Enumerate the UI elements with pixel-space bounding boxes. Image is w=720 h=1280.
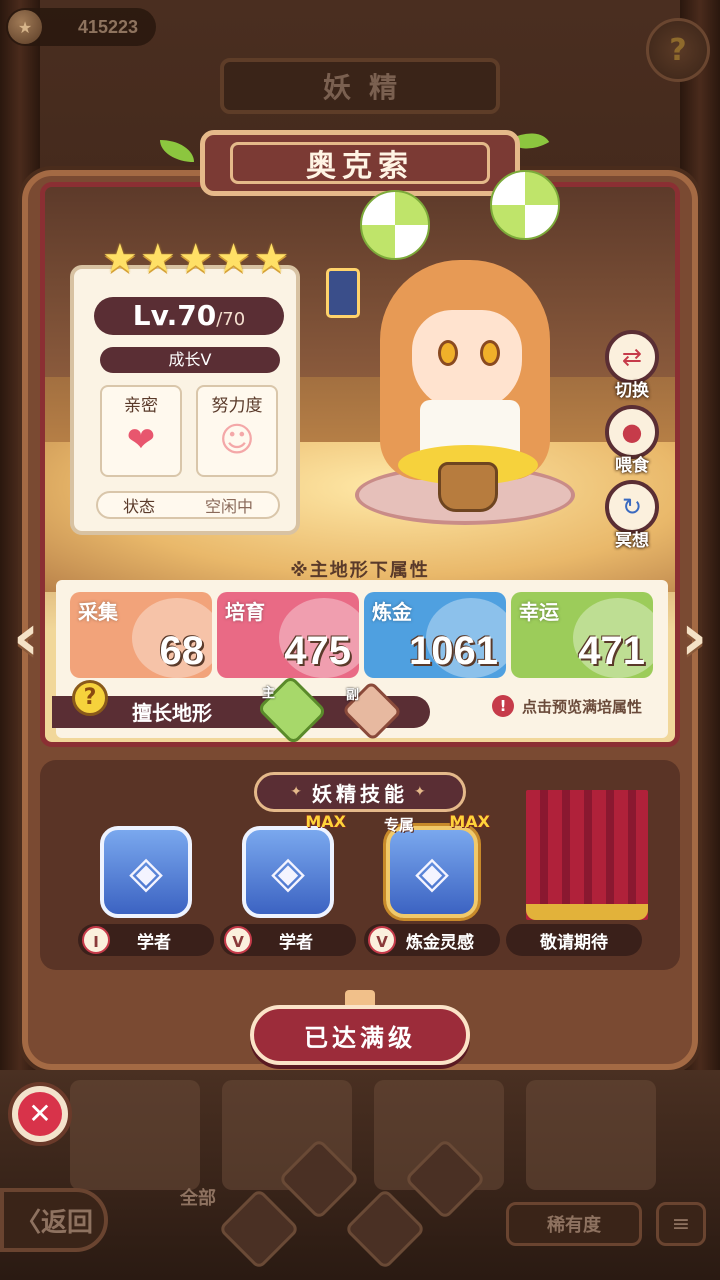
effort-cell[interactable]: 努力度 ☺	[196, 385, 278, 477]
status-value: 空闲中	[204, 497, 253, 516]
skill-name: 敬请期待	[540, 932, 608, 953]
page-title-text: 妖精	[322, 71, 415, 104]
back-label: 〈返回	[14, 1207, 93, 1238]
status-row: 状态 空闲中	[96, 491, 280, 519]
shell-skill-icon: ◈	[386, 826, 478, 918]
fairy-name: 奥克索	[306, 149, 414, 184]
star-icon: ★	[253, 236, 290, 282]
sort-icon[interactable]: ≡	[656, 1202, 706, 1246]
skill-slot[interactable]: ◈ MAX V 学者	[220, 812, 356, 960]
fairy-thumbnail[interactable]	[526, 1080, 656, 1190]
skills-title: 妖精技能	[312, 781, 408, 806]
feed-label: 喂食	[615, 456, 649, 476]
max-badge: MAX	[305, 812, 346, 831]
max-level-button[interactable]: 已达满级	[250, 1005, 470, 1065]
star-rating: ★ ★ ★ ★ ★	[102, 239, 289, 279]
skill-rank: I	[82, 926, 110, 954]
fairy-character[interactable]	[350, 170, 590, 530]
level-value: Lv.70	[132, 299, 217, 332]
heart-icon: ❤	[126, 420, 156, 460]
switch-label: 切换	[615, 381, 649, 401]
attr-name: 炼金	[372, 600, 412, 624]
close-button[interactable]: ✕	[8, 1082, 72, 1146]
star-icon: ★	[139, 236, 176, 282]
question-icon[interactable]: ?	[72, 680, 108, 716]
star-icon: ★	[102, 236, 138, 282]
shell-skill-icon: ◈	[100, 826, 192, 918]
intimacy-label: 亲密	[124, 396, 158, 416]
level-max: /70	[216, 309, 246, 330]
close-icon: ✕	[18, 1092, 62, 1136]
meditate-label: 冥想	[615, 531, 649, 551]
pinwheel-icon	[490, 170, 560, 240]
skill-rank: V	[224, 926, 252, 954]
terrain-sub-tag: 副	[346, 688, 360, 703]
filter-all-button[interactable]: 全部	[166, 1172, 230, 1222]
attr-name: 采集	[78, 600, 118, 624]
currency-display: ★ 415223	[6, 8, 156, 46]
rarity-sort-button[interactable]: 稀有度	[506, 1202, 642, 1246]
blush-face-icon: ☺	[219, 420, 255, 460]
level-card: ★ ★ ★ ★ ★ Lv.70 /70 成长V 亲密 ❤ 努力度 ☺ 状态 空闲…	[70, 239, 300, 535]
max-badge: MAX	[449, 812, 490, 831]
fairy-name-plate: 奥克索	[200, 130, 520, 196]
attr-value: 475	[284, 629, 351, 673]
page-title: 妖精	[220, 58, 500, 114]
skill-slot[interactable]: ◈ 专属 MAX V 炼金灵感	[364, 812, 500, 960]
meditate-button[interactable]: ↻ 冥想	[600, 480, 664, 551]
terrain-main-tag: 主	[262, 686, 276, 701]
effort-label: 努力度	[211, 396, 263, 416]
skill-rank: V	[368, 926, 396, 954]
skills-header: ✦ 妖精技能 ✦	[254, 772, 466, 812]
attr-name: 幸运	[519, 600, 559, 624]
star-icon: ★	[215, 236, 252, 282]
shell-skill-icon: ◈	[242, 826, 334, 918]
basket-icon	[438, 462, 498, 512]
attributes-title: ※主地形下属性	[290, 560, 430, 581]
attr-cultivate: 培育 475	[217, 592, 359, 678]
skill-name: 炼金灵感	[406, 932, 474, 953]
attr-gather: 采集 68	[70, 592, 212, 678]
exclamation-icon: !	[492, 695, 514, 717]
skill-name: 学者	[279, 932, 313, 953]
attr-alchemy: 炼金 1061	[364, 592, 506, 678]
attr-value: 471	[578, 629, 645, 673]
skill-slot-locked: 敬请期待	[506, 790, 648, 960]
attr-name: 培育	[225, 600, 265, 624]
currency-value: 415223	[78, 16, 139, 37]
exclusive-badge: 专属	[384, 816, 415, 834]
terrain-label: 擅长地形	[132, 701, 212, 725]
preview-full-attributes-link[interactable]: ! 点击预览满培属性	[492, 695, 642, 717]
growth-label: 成长V	[100, 347, 280, 373]
coin-icon: ★	[8, 10, 42, 44]
prev-fairy-arrow-icon[interactable]: ‹	[4, 598, 48, 678]
attr-value: 1061	[409, 629, 498, 673]
intimacy-cell[interactable]: 亲密 ❤	[100, 385, 182, 477]
attr-value: 68	[159, 629, 205, 673]
attr-luck: 幸运 471	[511, 592, 653, 678]
curtain-icon	[526, 790, 648, 920]
level-display: Lv.70 /70	[94, 297, 284, 335]
skill-name: 学者	[137, 932, 171, 953]
preview-text: 点击预览满培属性	[522, 697, 643, 716]
help-icon[interactable]: ?	[646, 18, 710, 82]
skill-slot[interactable]: ◈ I 学者	[78, 820, 214, 960]
back-button[interactable]: 〈返回	[0, 1188, 108, 1252]
next-fairy-arrow-icon[interactable]: ›	[672, 598, 716, 678]
max-level-label: 已达满级	[304, 1023, 416, 1052]
feed-button[interactable]: ● 喂食	[600, 405, 664, 476]
star-icon: ★	[177, 236, 214, 282]
pinwheel-icon	[360, 190, 430, 260]
switch-button[interactable]: ⇄ 切换	[600, 330, 664, 401]
status-label: 状态	[122, 497, 155, 516]
